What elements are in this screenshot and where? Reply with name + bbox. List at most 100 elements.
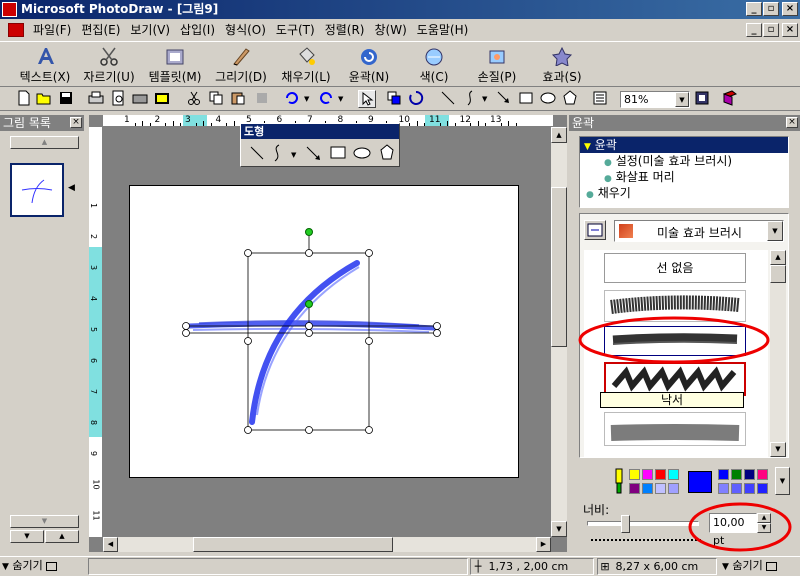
shape-curve-icon[interactable] xyxy=(274,144,280,162)
open-icon[interactable] xyxy=(36,90,54,108)
menu-item-6[interactable]: 정렬(R) xyxy=(320,19,370,41)
width-slider-track[interactable] xyxy=(587,521,699,526)
toolbar-button-scissors[interactable]: 자르기(U) xyxy=(78,44,140,86)
help-book-icon[interactable] xyxy=(722,90,740,108)
color-swatch[interactable] xyxy=(718,483,729,494)
picture-list-close-icon[interactable]: × xyxy=(70,117,82,128)
toolbar-button-text[interactable]: 텍스트(X) xyxy=(14,44,76,86)
color-swatch[interactable] xyxy=(655,469,666,480)
clear-icon[interactable] xyxy=(254,90,272,108)
print-preview-icon[interactable] xyxy=(110,90,128,108)
zoom-select[interactable]: 81% ▼ xyxy=(620,91,690,108)
menu-item-3[interactable]: 삽입(I) xyxy=(175,19,220,41)
brush-list-vscroll[interactable]: ▲ ▼ xyxy=(770,250,786,457)
shape-line-icon[interactable] xyxy=(250,146,264,160)
document-icon[interactable] xyxy=(8,23,24,37)
shape-ellipse-icon[interactable] xyxy=(353,147,371,159)
line-tool-icon[interactable] xyxy=(440,90,458,108)
menu-item-5[interactable]: 도구(T) xyxy=(271,19,320,41)
scan-icon[interactable] xyxy=(132,90,150,108)
restore-button[interactable]: ▫ xyxy=(763,2,779,16)
hscroll-left-icon[interactable]: ◀ xyxy=(103,537,118,552)
color-swatch[interactable] xyxy=(668,469,679,480)
picture-list-scroll-up-icon[interactable]: ▲ xyxy=(10,136,79,149)
doc-restore-button[interactable]: ▫ xyxy=(763,23,779,37)
color-swatch[interactable] xyxy=(731,469,742,480)
menu-item-1[interactable]: 편집(E) xyxy=(76,19,125,41)
color-swatch[interactable] xyxy=(642,469,653,480)
undo-dropdown-icon[interactable]: ▼ xyxy=(304,95,309,103)
brush-chalk[interactable] xyxy=(604,290,746,322)
doc-minimize-button[interactable]: _ xyxy=(746,23,762,37)
color-swatch[interactable] xyxy=(629,469,640,480)
picture-list-scroll-top-icon[interactable]: ▲ xyxy=(45,530,79,543)
close-button[interactable]: × xyxy=(782,2,798,16)
current-color-swatch[interactable] xyxy=(688,471,712,493)
color-swatch[interactable] xyxy=(718,469,729,480)
cut-icon[interactable] xyxy=(186,90,204,108)
toolbar-button-color[interactable]: 색(C) xyxy=(406,44,462,86)
hscroll-thumb[interactable] xyxy=(193,537,393,552)
hide-panel-button[interactable]: ▼ 숨기기 xyxy=(722,558,798,575)
brush-selected[interactable] xyxy=(604,326,746,356)
hide-picture-list-button[interactable]: ▼ 숨기기 xyxy=(2,558,84,575)
brush-type-dropdown-icon[interactable]: ▼ xyxy=(767,221,783,241)
rotate-icon[interactable] xyxy=(408,90,426,108)
brush-scroll-up-icon[interactable]: ▲ xyxy=(770,250,786,265)
brush-scribble[interactable] xyxy=(604,362,746,396)
toolbar-button-draw[interactable]: 그리기(D) xyxy=(210,44,272,86)
color-swatch[interactable] xyxy=(757,483,768,494)
brush-ink[interactable] xyxy=(604,412,746,446)
copy-icon[interactable] xyxy=(208,90,226,108)
properties-icon[interactable] xyxy=(592,90,610,108)
brush-scroll-thumb[interactable] xyxy=(770,265,786,283)
color-swatch[interactable] xyxy=(629,483,640,494)
width-up-icon[interactable]: ▲ xyxy=(757,513,771,523)
print-icon[interactable] xyxy=(88,90,106,108)
toolbar-button-touchup[interactable]: 손질(P) xyxy=(468,44,526,86)
menu-item-4[interactable]: 형식(O) xyxy=(220,19,271,41)
vscroll-thumb[interactable] xyxy=(551,187,567,347)
brush-stroke-curve[interactable] xyxy=(249,260,360,425)
redo-icon[interactable] xyxy=(318,90,336,108)
paste-icon[interactable] xyxy=(230,90,248,108)
vscroll-down-icon[interactable]: ▼ xyxy=(551,521,567,537)
toolbar-button-outline[interactable]: 윤곽(N) xyxy=(338,44,400,86)
resize-handles[interactable] xyxy=(182,249,441,434)
color-swatch[interactable] xyxy=(744,469,755,480)
ellipse-tool-icon[interactable] xyxy=(540,90,558,108)
brush-none[interactable]: 선 없음 xyxy=(604,253,746,283)
tree-item-fill[interactable]: ● 채우기 xyxy=(580,185,788,201)
tree-item-arrowhead[interactable]: ● 화살표 머리 xyxy=(580,169,788,185)
menu-item-2[interactable]: 보기(V) xyxy=(125,19,175,41)
outline-panel-close-icon[interactable]: × xyxy=(786,117,798,128)
shape-toolbar-titlebar[interactable]: 도형 xyxy=(241,124,399,139)
color-swatch[interactable] xyxy=(655,483,666,494)
zoom-dropdown-icon[interactable]: ▼ xyxy=(675,92,689,107)
shape-rectangle-icon[interactable] xyxy=(330,146,346,159)
picture-list-scroll-down-icon[interactable]: ▼ xyxy=(10,515,79,528)
color-swatch[interactable] xyxy=(744,483,755,494)
width-slider-thumb[interactable] xyxy=(621,515,630,533)
brush-type-dropdown[interactable]: 미술 효과 브러시 ▼ xyxy=(614,220,784,242)
rectangle-tool-icon[interactable] xyxy=(518,90,536,108)
brush-category-icon[interactable] xyxy=(584,220,606,240)
curve-tool-icon[interactable] xyxy=(462,90,480,108)
shape-autoshape-icon[interactable] xyxy=(380,144,394,160)
color-swatch[interactable] xyxy=(757,469,768,480)
color-swatch[interactable] xyxy=(731,483,742,494)
save-icon[interactable] xyxy=(58,90,76,108)
width-down-icon[interactable]: ▼ xyxy=(757,523,771,533)
rotate-handle-inner[interactable] xyxy=(305,300,313,308)
redo-dropdown-icon[interactable]: ▼ xyxy=(338,95,343,103)
width-spinner[interactable]: ▲ ▼ xyxy=(757,513,771,533)
workspace-hscroll[interactable]: ◀ ▶ xyxy=(103,537,551,552)
palette-dropdown-icon[interactable]: ▼ xyxy=(775,467,790,495)
menu-item-8[interactable]: 도움말(H) xyxy=(412,19,474,41)
toolbar-button-fill[interactable]: 채우기(L) xyxy=(276,44,336,86)
zoom-fit-icon[interactable] xyxy=(694,90,712,108)
menu-item-0[interactable]: 파일(F) xyxy=(28,19,76,41)
curve-dropdown-icon[interactable]: ▼ xyxy=(482,95,487,103)
color-swatch[interactable] xyxy=(668,483,679,494)
new-icon[interactable] xyxy=(16,90,34,108)
